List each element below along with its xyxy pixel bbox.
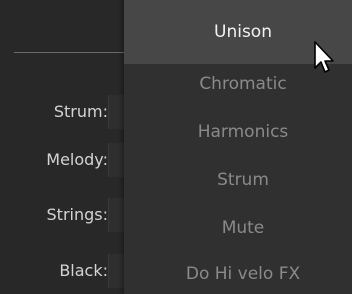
dropdown-item-harmonics[interactable]: Harmonics (124, 114, 352, 150)
dropdown-item-strum[interactable]: Strum (124, 162, 352, 198)
parameter-panel: Strum: Melody: Strings: Black: (0, 0, 127, 294)
dropdown-item-do-hi-velo-fx[interactable]: Do Hi velo FX (124, 256, 352, 292)
strum-label: Strum: (53, 102, 108, 121)
instrument-settings-panel: Strum: Melody: Strings: Black: Unison Ch… (0, 0, 352, 294)
black-label: Black: (59, 261, 108, 280)
strings-label: Strings: (46, 205, 108, 224)
section-divider (14, 52, 126, 53)
mouse-pointer-icon (314, 41, 334, 73)
dropdown-item-mute[interactable]: Mute (124, 210, 352, 246)
melody-label: Melody: (46, 150, 108, 169)
